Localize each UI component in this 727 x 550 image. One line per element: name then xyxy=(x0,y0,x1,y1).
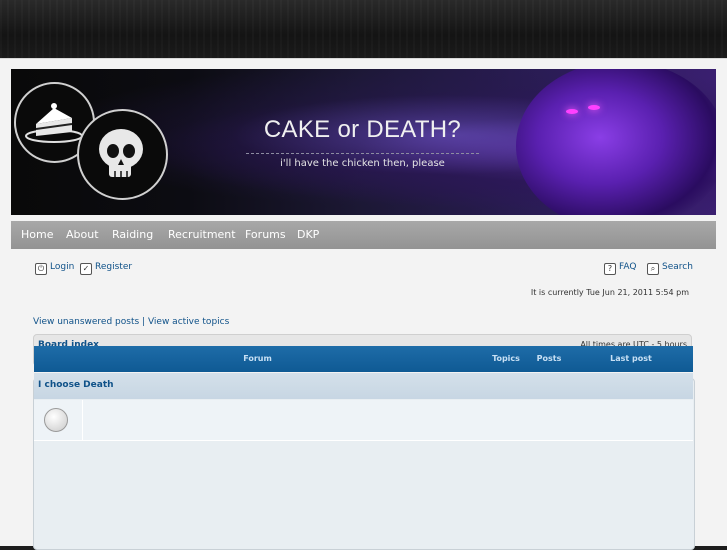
page-container: CAKE or DEATH? i'll have the chicken the… xyxy=(0,58,727,550)
faq-link[interactable]: ? FAQ xyxy=(604,262,636,275)
login-label: Login xyxy=(50,262,75,272)
link-separator: | xyxy=(142,317,146,327)
quick-links: View unanswered posts | View active topi… xyxy=(33,317,229,327)
search-label: Search xyxy=(662,262,693,272)
header-topics: Topics xyxy=(492,354,520,363)
nav-raiding[interactable]: Raiding xyxy=(112,228,153,241)
nav-about[interactable]: About xyxy=(66,228,99,241)
nav-dkp[interactable]: DKP xyxy=(297,228,319,241)
banner-character-art xyxy=(516,69,716,215)
checkbox-icon: ✓ xyxy=(80,263,92,275)
glowing-eye-icon xyxy=(566,109,578,114)
header-forum: Forum xyxy=(243,354,272,363)
unanswered-posts-link[interactable]: View unanswered posts xyxy=(33,317,139,327)
current-time: It is currently Tue Jun 21, 2011 5:54 pm xyxy=(530,288,689,297)
register-label: Register xyxy=(95,262,133,272)
header-last-post: Last post xyxy=(610,354,652,363)
site-tagline: i'll have the chicken then, please xyxy=(280,158,445,169)
title-divider xyxy=(246,153,479,154)
search-icon: ⌕ xyxy=(647,263,659,275)
forum-table-header: Forum Topics Posts Last post xyxy=(34,346,693,372)
skull-logo-icon xyxy=(77,109,168,200)
category-row: I choose Death xyxy=(34,373,693,399)
site-title: CAKE or DEATH? xyxy=(263,116,462,143)
forum-row xyxy=(34,400,693,441)
main-navbar: Home About Raiding Recruitment Forums DK… xyxy=(11,221,716,249)
question-icon: ? xyxy=(604,263,616,275)
nav-forums[interactable]: Forums xyxy=(245,228,286,241)
active-topics-link[interactable]: View active topics xyxy=(148,317,229,327)
nav-recruitment[interactable]: Recruitment xyxy=(168,228,236,241)
nav-home[interactable]: Home xyxy=(21,228,53,241)
register-link[interactable]: ✓ Register xyxy=(80,262,132,275)
search-link[interactable]: ⌕ Search xyxy=(647,262,693,275)
site-banner: CAKE or DEATH? i'll have the chicken the… xyxy=(11,69,716,215)
forum-read-icon xyxy=(44,408,68,432)
faq-label: FAQ xyxy=(619,262,637,272)
column-divider xyxy=(82,400,83,440)
login-link[interactable]: ⏻ Login xyxy=(35,262,74,275)
top-background-strip xyxy=(0,0,727,58)
category-title[interactable]: I choose Death xyxy=(38,380,114,390)
power-icon: ⏻ xyxy=(35,263,47,275)
glowing-eye-icon xyxy=(588,105,600,110)
header-posts: Posts xyxy=(536,354,562,363)
